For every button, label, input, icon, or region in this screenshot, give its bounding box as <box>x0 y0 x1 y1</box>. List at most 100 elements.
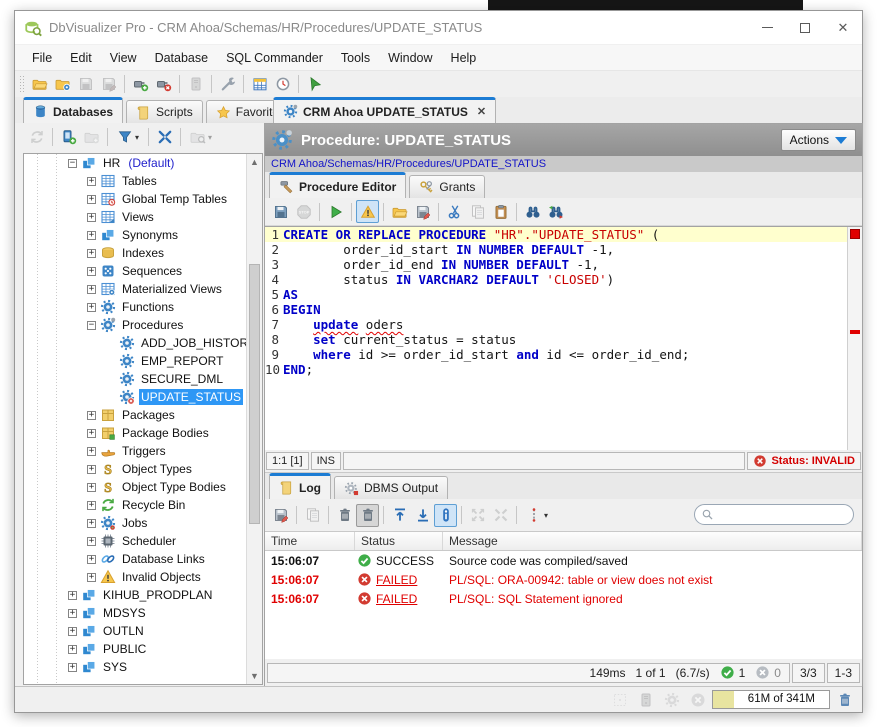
column-options-button[interactable]: ▾ <box>521 504 553 527</box>
menu-database[interactable]: Database <box>146 48 218 68</box>
tree-item-functions[interactable]: +Functions <box>24 298 246 316</box>
tab-databases[interactable]: Databases <box>23 97 123 123</box>
expand-toggle-icon[interactable]: + <box>68 663 77 672</box>
cut-button[interactable] <box>443 200 466 223</box>
expand-toggle-icon[interactable]: + <box>87 303 96 312</box>
tree-item-invalid-objects[interactable]: +Invalid Objects <box>24 568 246 586</box>
menu-file[interactable]: File <box>23 48 61 68</box>
menu-edit[interactable]: Edit <box>61 48 101 68</box>
tab-log[interactable]: Log <box>269 473 331 499</box>
menu-tools[interactable]: Tools <box>332 48 379 68</box>
tree-item-indexes[interactable]: +Indexes <box>24 244 246 262</box>
code-line-2[interactable]: 2 order_id_start IN NUMBER DEFAULT -1, <box>265 242 847 257</box>
run-gc-button[interactable] <box>833 688 856 711</box>
tree-item-recycle-bin[interactable]: +Recycle Bin <box>24 496 246 514</box>
open-bookmarks-button[interactable] <box>51 73 74 96</box>
tree-item-outln[interactable]: +OUTLN <box>24 622 246 640</box>
expand-toggle-icon[interactable]: + <box>87 213 96 222</box>
maximize-icon[interactable] <box>786 11 824 44</box>
tree-item-packages[interactable]: +Packages <box>24 406 246 424</box>
tree-item-sys[interactable]: +SYS <box>24 658 246 676</box>
code-line-5[interactable]: 5AS <box>265 287 847 302</box>
filter-button[interactable]: ▾ <box>112 126 144 149</box>
scroll-thumb[interactable] <box>249 264 260 524</box>
tree-item-add-job-history[interactable]: ADD_JOB_HISTORY <box>24 334 246 352</box>
execute-button[interactable] <box>324 200 347 223</box>
expand-toggle-icon[interactable]: + <box>68 609 77 618</box>
log-table-header[interactable]: Time Status Message <box>265 532 862 551</box>
auto-clear-button[interactable] <box>356 504 379 527</box>
grid-status-button[interactable] <box>608 688 631 711</box>
menu-window[interactable]: Window <box>379 48 441 68</box>
grid-window-button[interactable] <box>248 73 271 96</box>
log-row[interactable]: 15:06:07FAILEDPL/SQL: ORA-00942: table o… <box>265 570 862 589</box>
save-to-file-button[interactable] <box>411 200 434 223</box>
cancel-status-button[interactable] <box>686 688 709 711</box>
tree-item-synonyms[interactable]: +Synonyms <box>24 226 246 244</box>
tab-grants[interactable]: Grants <box>409 175 485 198</box>
tab-crm-ahoa-update-status[interactable]: CRM Ahoa UPDATE_STATUS✕ <box>273 97 496 123</box>
connections-status-button[interactable] <box>634 688 657 711</box>
tree-item-sequences[interactable]: +Sequences <box>24 262 246 280</box>
tasks-status-button[interactable] <box>660 688 683 711</box>
collapse-toggle-icon[interactable]: − <box>87 321 96 330</box>
code-line-7[interactable]: 7 update oders <box>265 317 847 332</box>
find-button[interactable] <box>521 200 544 223</box>
tool-properties-button[interactable] <box>216 73 239 96</box>
save-as-button[interactable] <box>97 73 120 96</box>
code-line-9[interactable]: 9 where id >= order_id_start and id <= o… <box>265 347 847 362</box>
actions-button[interactable]: Actions <box>781 129 856 151</box>
code-line-4[interactable]: 4 status IN VARCHAR2 DEFAULT 'CLOSED') <box>265 272 847 287</box>
scroll-to-top-button[interactable] <box>388 504 411 527</box>
tree-item-secure-dml[interactable]: SECURE_DML <box>24 370 246 388</box>
scroll-to-bottom-button[interactable] <box>411 504 434 527</box>
expand-toggle-icon[interactable]: + <box>68 645 77 654</box>
code-line-6[interactable]: 6BEGIN <box>265 302 847 317</box>
code-line-10[interactable]: 10END; <box>265 362 847 377</box>
copy-log-button[interactable] <box>301 504 324 527</box>
tree-item-triggers[interactable]: +Triggers <box>24 442 246 460</box>
code-line-8[interactable]: 8 set current_status = status <box>265 332 847 347</box>
clear-log-button[interactable] <box>333 504 356 527</box>
collapse-rows-button[interactable] <box>489 504 512 527</box>
tree-item-materialized-views[interactable]: +Materialized Views <box>24 280 246 298</box>
expand-toggle-icon[interactable]: + <box>87 195 96 204</box>
collapse-all-button[interactable] <box>153 126 176 149</box>
tree-item-update-status[interactable]: UPDATE_STATUS <box>24 388 246 406</box>
tree-item-object-type-bodies[interactable]: +SObject Type Bodies <box>24 478 246 496</box>
run-menu-button[interactable] <box>303 73 326 96</box>
expand-toggle-icon[interactable]: + <box>87 267 96 276</box>
tree-item-emp-report[interactable]: EMP_REPORT <box>24 352 246 370</box>
minimize-icon[interactable] <box>748 11 786 44</box>
code-editor[interactable]: 1CREATE OR REPLACE PROCEDURE "HR"."UPDAT… <box>265 226 862 450</box>
column-header-message[interactable]: Message <box>443 532 862 550</box>
expand-toggle-icon[interactable]: + <box>87 501 96 510</box>
expand-toggle-icon[interactable]: + <box>87 249 96 258</box>
tree-item-views[interactable]: +Views <box>24 208 246 226</box>
disconnect-button[interactable] <box>152 73 175 96</box>
log-row[interactable]: 15:06:07FAILEDPL/SQL: SQL Statement igno… <box>265 589 862 608</box>
expand-toggle-icon[interactable]: + <box>87 429 96 438</box>
tree-item-hr[interactable]: −HR(Default) <box>24 154 246 172</box>
tree-item-mdsys[interactable]: +MDSYS <box>24 604 246 622</box>
expand-toggle-icon[interactable]: + <box>87 285 96 294</box>
paste-button[interactable] <box>489 200 512 223</box>
log-row[interactable]: 15:06:07SUCCESSSource code was compiled/… <box>265 551 862 570</box>
expand-toggle-icon[interactable]: + <box>87 573 96 582</box>
expand-toggle-icon[interactable]: + <box>87 555 96 564</box>
locate-object-button[interactable]: ▾ <box>185 126 217 149</box>
memory-gauge[interactable]: 61M of 341M <box>712 690 830 709</box>
copy-button[interactable] <box>466 200 489 223</box>
error-stripe-status-marker[interactable] <box>850 229 860 239</box>
log-search-input[interactable] <box>718 509 847 521</box>
expand-toggle-icon[interactable]: + <box>87 411 96 420</box>
open-filemanager-button[interactable] <box>28 73 51 96</box>
menu-sql-commander[interactable]: SQL Commander <box>217 48 332 68</box>
expand-toggle-icon[interactable]: + <box>87 447 96 456</box>
tree-item-object-types[interactable]: +SObject Types <box>24 460 246 478</box>
expand-toggle-icon[interactable]: + <box>68 591 77 600</box>
monitor-button[interactable] <box>271 73 294 96</box>
menu-view[interactable]: View <box>101 48 146 68</box>
tree-scrollbar[interactable]: ▲ ▼ <box>246 154 262 684</box>
code-lines[interactable]: 1CREATE OR REPLACE PROCEDURE "HR"."UPDAT… <box>265 227 847 450</box>
